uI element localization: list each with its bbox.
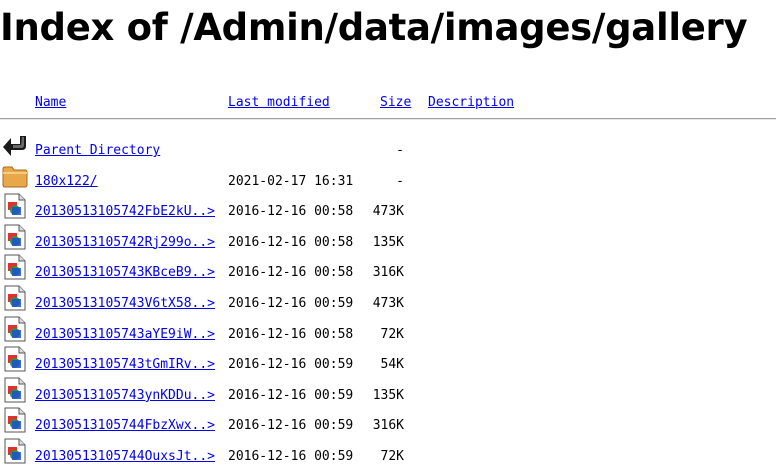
file-size: 135K	[372, 234, 404, 250]
file-size: 72K	[380, 449, 404, 464]
file-size: -	[396, 173, 404, 189]
last-modified: 2016-12-16 00:59	[228, 296, 354, 311]
image-file-icon	[2, 346, 28, 372]
file-size: 72K	[380, 326, 404, 342]
back-icon	[2, 132, 28, 158]
column-header-size[interactable]: Size	[380, 93, 411, 113]
file-link[interactable]: 20130513105743tGmIRv..>	[35, 357, 215, 373]
file-size: 135K	[372, 387, 404, 403]
header-divider	[0, 118, 776, 120]
list-item: 20130513105743ynKDDu..> 2016-12-16 00:59 1…	[0, 375, 776, 405]
last-modified: 2016-12-16 00:58	[228, 234, 354, 250]
file-link[interactable]: 20130513105742FbE2kU..>	[35, 204, 215, 220]
list-item: Parent Directory -	[0, 130, 776, 160]
column-header-name[interactable]: Name	[35, 93, 66, 113]
file-link[interactable]: 20130513105744FbzXwx..>	[35, 418, 215, 434]
list-item: 20130513105744FbzXwx..> 2016-12-16 00:59 3…	[0, 405, 776, 435]
file-link[interactable]: 20130513105743KBceB9..>	[35, 265, 215, 281]
file-link[interactable]: 20130513105744OuxsJt..>	[35, 449, 215, 465]
list-item: 20130513105742FbE2kU..> 2016-12-16 00:58 4…	[0, 191, 776, 221]
parent-directory-link[interactable]: Parent Directory	[35, 143, 160, 159]
page-title: Index of /Admin/data/images/gallery	[0, 6, 748, 49]
file-link[interactable]: 180x122/	[35, 174, 98, 190]
last-modified: 2016-12-16 00:58	[228, 204, 354, 220]
last-modified: 2016-12-16 00:59	[228, 449, 354, 464]
image-file-icon	[2, 224, 28, 250]
image-file-icon	[2, 316, 28, 342]
file-size: 54K	[380, 357, 404, 373]
last-modified: 2016-12-16 00:59	[228, 418, 354, 434]
list-item: 20130513105742Rj299o..> 2016-12-16 00:58 1…	[0, 222, 776, 252]
file-size: 473K	[372, 296, 404, 311]
file-link[interactable]: 20130513105743ynKDDu..>	[35, 388, 215, 404]
image-file-icon	[2, 254, 28, 280]
list-item: 20130513105743V6tX58..> 2016-12-16 00:59 4…	[0, 283, 776, 313]
last-modified: 2016-12-16 00:58	[228, 265, 354, 281]
folder-icon	[2, 163, 28, 189]
list-item: 180x122/2021-02-17 16:31 -	[0, 161, 776, 191]
file-link[interactable]: 20130513105743aYE9iW..>	[35, 327, 215, 343]
file-size: 316K	[372, 265, 404, 281]
last-modified: 2016-12-16 00:59	[228, 387, 354, 403]
file-link[interactable]: 20130513105742Rj299o..>	[35, 235, 215, 251]
last-modified: 2021-02-17 16:31	[228, 173, 354, 189]
image-file-icon	[2, 377, 28, 403]
image-file-icon	[2, 285, 28, 311]
column-header-description[interactable]: Description	[428, 93, 514, 113]
list-item: 20130513105743aYE9iW..> 2016-12-16 00:58 7…	[0, 314, 776, 344]
file-link[interactable]: 20130513105743V6tX58..>	[35, 296, 215, 312]
last-modified: 2016-12-16 00:58	[228, 326, 354, 342]
image-file-icon	[2, 193, 28, 219]
file-size: 316K	[372, 418, 404, 434]
image-file-icon	[2, 407, 28, 433]
list-item: 20130513105743tGmIRv..> 2016-12-16 00:59 5…	[0, 344, 776, 374]
image-file-icon	[2, 438, 28, 464]
file-size: -	[396, 143, 404, 158]
list-item: 20130513105743KBceB9..> 2016-12-16 00:58 3…	[0, 252, 776, 282]
column-header-last-modified[interactable]: Last modified	[228, 93, 330, 113]
file-size: 473K	[372, 204, 404, 220]
last-modified: 2016-12-16 00:59	[228, 357, 354, 373]
list-item: 20130513105744OuxsJt..> 2016-12-16 00:59 7…	[0, 436, 776, 466]
